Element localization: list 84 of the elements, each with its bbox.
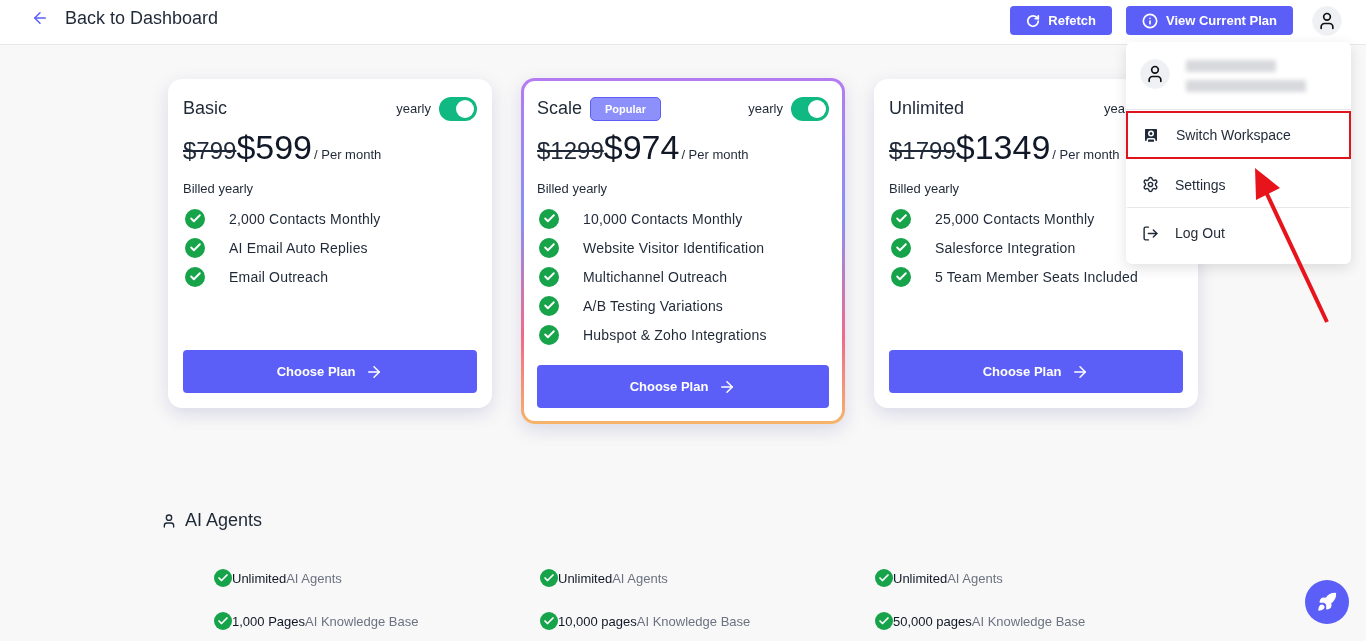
check-icon [540, 569, 558, 587]
feature-label: AI Knowledge Base [636, 613, 751, 629]
contact-card-icon [1142, 126, 1160, 144]
refresh-icon [1026, 13, 1041, 28]
feature-value: Unlimited [558, 570, 613, 586]
plan-name: Unlimited [889, 98, 965, 119]
feature-text: 2,000 Contacts Monthly [229, 210, 381, 227]
menu-item-label[interactable]: Settings [1175, 176, 1226, 193]
feature-value: 50,000 pages [893, 613, 972, 629]
feature-text: 5 Team Member Seats Included [935, 268, 1138, 285]
popular-badge: Popular [590, 96, 661, 121]
check-icon [875, 569, 893, 587]
choose-plan-button[interactable]: Choose Plan [889, 350, 1183, 393]
billing-toggle[interactable] [791, 96, 829, 121]
plan-name: Basic [183, 98, 227, 119]
plan-name: Scale [537, 98, 583, 119]
feature-text: Website Visitor Identification [583, 239, 765, 256]
menu-item-label[interactable]: Switch Workspace [1176, 127, 1291, 143]
price: $1349 [955, 128, 1051, 167]
check-icon [185, 208, 205, 229]
check-icon [214, 569, 232, 587]
feature-text: AI Email Auto Replies [229, 239, 368, 256]
check-icon [539, 208, 559, 229]
feature-label: AI Agents [286, 570, 342, 586]
price: $599 [236, 128, 313, 167]
rocket-button[interactable] [1305, 580, 1349, 624]
billing-note: Billed yearly [537, 181, 608, 196]
feature-value: Unlimited [232, 570, 287, 586]
price-period: / Per month [314, 147, 382, 162]
view-plan-button[interactable]: View Current Plan [1126, 6, 1293, 35]
choose-plan-button[interactable]: Choose Plan [537, 365, 829, 408]
rocket-icon [1317, 592, 1337, 612]
billing-toggle-label: yearly [396, 101, 431, 116]
feature-text: 25,000 Contacts Monthly [935, 210, 1095, 227]
feature-value: 1,000 Pages [232, 613, 305, 629]
billing-toggle[interactable] [439, 96, 477, 121]
billing-toggle-label: yearly [748, 101, 783, 116]
menu-item[interactable]: Switch Workspace [1126, 111, 1351, 159]
check-icon [214, 612, 232, 630]
price: $974 [603, 128, 680, 167]
user-avatar [1140, 59, 1170, 89]
choose-plan-button[interactable]: Choose Plan [183, 350, 477, 393]
check-icon [539, 266, 559, 287]
back-link[interactable]: Back to Dashboard [31, 7, 219, 29]
feature-text: Email Outreach [229, 268, 329, 285]
feature-label: AI Agents [947, 570, 1003, 586]
settings-icon [1142, 176, 1159, 193]
check-icon [875, 612, 893, 630]
check-icon [185, 237, 205, 258]
billing-note: Billed yearly [183, 181, 254, 196]
price-period: / Per month [681, 147, 749, 162]
check-icon [891, 266, 911, 287]
old-price: $1799 [889, 137, 956, 165]
check-icon [891, 208, 911, 229]
refetch-button[interactable]: Refetch [1010, 6, 1112, 35]
feature-text: Hubspot & Zoho Integrations [583, 326, 767, 343]
check-icon [539, 324, 559, 345]
menu-item[interactable]: Log Out [1126, 209, 1351, 257]
check-icon [539, 295, 559, 316]
feature-label: AI Knowledge Base [305, 613, 419, 629]
feature-value: 10,000 pages [558, 613, 637, 629]
info-icon [1142, 12, 1158, 29]
check-icon [891, 237, 911, 258]
feature-text: 10,000 Contacts Monthly [583, 210, 743, 227]
back-link-text[interactable]: Back to Dashboard [65, 7, 219, 29]
check-icon [185, 266, 205, 287]
feature-label: AI Knowledge Base [971, 613, 1086, 629]
old-price: $799 [183, 137, 237, 165]
feature-text: Salesforce Integration [935, 239, 1076, 256]
price-period: / Per month [1052, 147, 1120, 162]
feature-label: AI Agents [612, 570, 668, 586]
user-avatar[interactable] [1312, 5, 1342, 36]
billing-toggle-label: yea [1104, 101, 1125, 116]
feature-text: A/B Testing Variations [583, 297, 724, 314]
check-icon [539, 237, 559, 258]
check-icon [540, 612, 558, 630]
menu-item-label[interactable]: Log Out [1175, 225, 1225, 241]
feature-text: Multichannel Outreach [583, 268, 728, 285]
billing-note: Billed yearly [889, 181, 960, 196]
user-icon [161, 512, 177, 529]
feature-value: Unlimited [893, 570, 948, 586]
old-price: $1299 [537, 137, 604, 165]
logout-icon [1142, 224, 1159, 242]
section-title: AI Agents [185, 510, 263, 531]
